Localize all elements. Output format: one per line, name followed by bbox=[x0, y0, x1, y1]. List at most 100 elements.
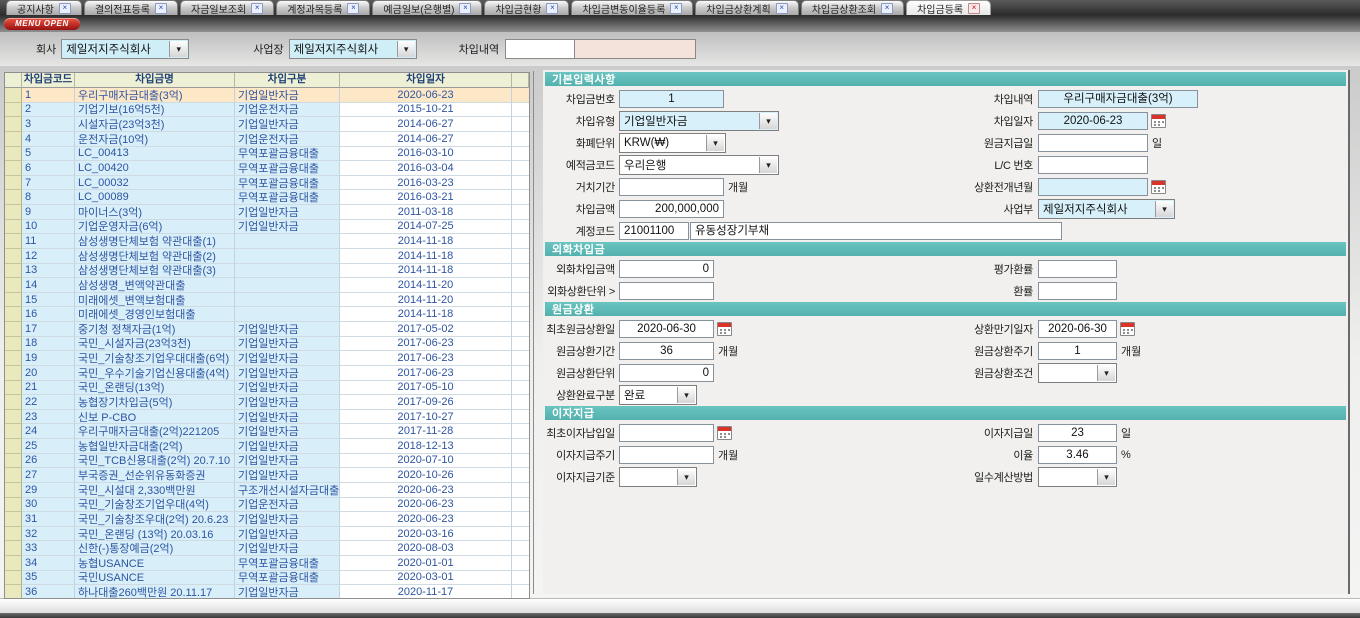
calendar-icon[interactable] bbox=[1120, 322, 1135, 336]
close-icon[interactable]: × bbox=[347, 3, 359, 14]
table-row[interactable]: 23신보 P-CBO기업일반자금2017-10-27 bbox=[5, 410, 529, 425]
row-selector[interactable] bbox=[5, 527, 22, 542]
row-selector[interactable] bbox=[5, 307, 22, 322]
row-selector[interactable] bbox=[5, 293, 22, 308]
select-field[interactable]: 완료▾ bbox=[619, 385, 697, 405]
text-field[interactable] bbox=[1038, 260, 1117, 278]
table-row[interactable]: 10기업운영자금(6억)기업일반자금2014-07-25 bbox=[5, 220, 529, 235]
text-field[interactable] bbox=[619, 178, 724, 196]
row-selector[interactable] bbox=[5, 498, 22, 513]
close-icon[interactable]: × bbox=[59, 3, 71, 14]
close-icon[interactable]: × bbox=[459, 3, 471, 14]
tab-6[interactable]: 차입금현황× bbox=[484, 0, 569, 15]
table-row[interactable]: 33신한(-)통장예금(2억)기업일반자금2020-08-03 bbox=[5, 541, 529, 556]
calendar-icon[interactable] bbox=[717, 322, 732, 336]
table-row[interactable]: 25농협일반자금대출(2억)기업일반자금2018-12-13 bbox=[5, 439, 529, 454]
table-row[interactable]: 11삼성생명단체보험 약관대출(1)2014-11-18 bbox=[5, 234, 529, 249]
text-field[interactable]: 1 bbox=[619, 90, 724, 108]
text-field[interactable]: 21001100 bbox=[619, 222, 689, 240]
row-selector[interactable] bbox=[5, 410, 22, 425]
close-icon[interactable]: × bbox=[881, 3, 893, 14]
site-select[interactable]: 제일저지주식회사 ▾ bbox=[289, 39, 417, 59]
text-field[interactable]: 유동성장기부채 bbox=[690, 222, 1062, 240]
table-row[interactable]: 35국민USANCE무역포괄금융대출2020-03-01 bbox=[5, 571, 529, 586]
text-field[interactable]: 2020-06-23 bbox=[1038, 112, 1148, 130]
text-field[interactable] bbox=[1038, 156, 1148, 174]
row-selector[interactable] bbox=[5, 88, 22, 103]
table-row[interactable]: 12삼성생명단체보험 약관대출(2)2014-11-18 bbox=[5, 249, 529, 264]
tab-4[interactable]: 계정과목등록× bbox=[276, 0, 370, 15]
table-row[interactable]: 15미래에셋_변액보험대출2014-11-20 bbox=[5, 293, 529, 308]
text-field[interactable] bbox=[619, 282, 714, 300]
text-field[interactable]: 0 bbox=[619, 260, 714, 278]
table-row[interactable]: 16미래에셋_경영인보험대출2014-11-18 bbox=[5, 307, 529, 322]
table-row[interactable]: 5LC_00413무역포괄금융대출2016-03-10 bbox=[5, 147, 529, 162]
table-row[interactable]: 18국민_시설자금(23억3천)기업일반자금2017-06-23 bbox=[5, 337, 529, 352]
row-selector[interactable] bbox=[5, 132, 22, 147]
tab-9[interactable]: 차입금상환조회× bbox=[801, 0, 904, 15]
row-selector[interactable] bbox=[5, 249, 22, 264]
row-selector[interactable] bbox=[5, 585, 22, 598]
select-field[interactable]: ▾ bbox=[1038, 363, 1117, 383]
calendar-icon[interactable] bbox=[717, 426, 732, 440]
text-field[interactable]: 2020-06-30 bbox=[1038, 320, 1117, 338]
table-row[interactable]: 2기업기보(16억5천)기업운전자금2015-10-21 bbox=[5, 103, 529, 118]
select-field[interactable]: 우리은행▾ bbox=[619, 155, 779, 175]
row-selector[interactable] bbox=[5, 176, 22, 191]
close-icon[interactable]: × bbox=[776, 3, 788, 14]
table-row[interactable]: 36하나대출260백만원 20.11.17기업일반자금2020-11-17 bbox=[5, 585, 529, 598]
row-selector[interactable] bbox=[5, 147, 22, 162]
text-field[interactable]: 1 bbox=[1038, 342, 1117, 360]
row-selector[interactable] bbox=[5, 190, 22, 205]
loan-desc-filter-input[interactable] bbox=[505, 39, 575, 59]
text-field[interactable]: 2020-06-30 bbox=[619, 320, 714, 338]
select-field[interactable]: ▾ bbox=[1038, 467, 1117, 487]
select-field[interactable]: 제일저지주식회사▾ bbox=[1038, 199, 1175, 219]
menu-open-button[interactable]: MENU OPEN bbox=[4, 18, 80, 30]
row-selector[interactable] bbox=[5, 468, 22, 483]
table-row[interactable]: 32국민_온랜딩 (13억) 20.03.16기업일반자금2020-03-16 bbox=[5, 527, 529, 542]
text-field[interactable]: 우리구매자금대출(3억) bbox=[1038, 90, 1198, 108]
row-selector[interactable] bbox=[5, 117, 22, 132]
table-row[interactable]: 4운전자금(10억)기업운전자금2014-06-27 bbox=[5, 132, 529, 147]
row-selector[interactable] bbox=[5, 571, 22, 586]
table-row[interactable]: 1우리구매자금대출(3억)기업일반자금2020-06-23 bbox=[5, 88, 529, 103]
row-selector[interactable] bbox=[5, 351, 22, 366]
row-selector[interactable] bbox=[5, 556, 22, 571]
table-row[interactable]: 30국민_기술창조기업우대(4억)기업운전자금2020-06-23 bbox=[5, 498, 529, 513]
row-selector[interactable] bbox=[5, 278, 22, 293]
tab-1[interactable]: 공지사항× bbox=[6, 0, 82, 15]
table-row[interactable]: 14삼성생명_변액약관대출2014-11-20 bbox=[5, 278, 529, 293]
row-selector[interactable] bbox=[5, 395, 22, 410]
company-select[interactable]: 제일저지주식회사 ▾ bbox=[61, 39, 189, 59]
tab-8[interactable]: 차입금상환계획× bbox=[695, 0, 798, 15]
select-field[interactable]: 기업일반자금▾ bbox=[619, 111, 779, 131]
select-field[interactable]: ▾ bbox=[619, 467, 697, 487]
row-selector[interactable] bbox=[5, 454, 22, 469]
row-selector[interactable] bbox=[5, 483, 22, 498]
row-selector[interactable] bbox=[5, 512, 22, 527]
row-selector[interactable] bbox=[5, 103, 22, 118]
tab-3[interactable]: 자금일보조회× bbox=[180, 0, 274, 15]
row-selector[interactable] bbox=[5, 424, 22, 439]
row-selector[interactable] bbox=[5, 234, 22, 249]
text-field[interactable] bbox=[1038, 282, 1117, 300]
table-row[interactable]: 26국민_TCB신용대출(2억) 20.7.10기업일반자금2020-07-10 bbox=[5, 454, 529, 469]
close-icon[interactable]: × bbox=[155, 3, 167, 14]
table-row[interactable]: 22농협장기차입금(5억)기업일반자금2017-09-26 bbox=[5, 395, 529, 410]
tab-10[interactable]: 차입금등록× bbox=[906, 0, 991, 15]
row-selector[interactable] bbox=[5, 366, 22, 381]
table-row[interactable]: 19국민_기술창조기업우대대출(6억)기업일반자금2017-06-23 bbox=[5, 351, 529, 366]
tab-7[interactable]: 차입금변동이율등록× bbox=[571, 0, 693, 15]
select-field[interactable]: KRW(₩)▾ bbox=[619, 133, 726, 153]
text-field[interactable] bbox=[619, 424, 714, 442]
row-selector[interactable] bbox=[5, 220, 22, 235]
row-selector[interactable] bbox=[5, 322, 22, 337]
text-field[interactable]: 200,000,000 bbox=[619, 200, 724, 218]
table-row[interactable]: 9마이너스(3억)기업일반자금2011-03-18 bbox=[5, 205, 529, 220]
text-field[interactable] bbox=[619, 446, 714, 464]
table-row[interactable]: 17중기청 정책자금(1억)기업일반자금2017-05-02 bbox=[5, 322, 529, 337]
close-icon[interactable]: × bbox=[968, 3, 980, 14]
table-row[interactable]: 29국민_시설대 2,330백만원구조개선시설자금대출2020-06-23 bbox=[5, 483, 529, 498]
calendar-icon[interactable] bbox=[1151, 114, 1166, 128]
